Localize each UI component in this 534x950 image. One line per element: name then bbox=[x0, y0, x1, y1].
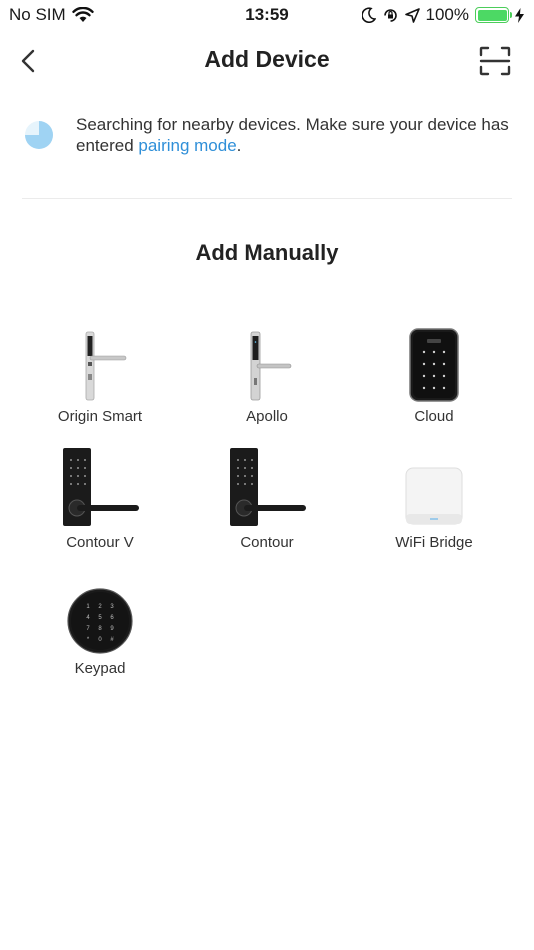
device-label: Contour bbox=[240, 534, 294, 551]
device-origin-smart[interactable]: Origin Smart bbox=[20, 326, 180, 425]
page-title: Add Device bbox=[204, 46, 330, 72]
device-label: WiFi Bridge bbox=[395, 534, 473, 551]
status-right: 100% bbox=[361, 5, 524, 25]
keypad-image: 123 456 789 * 0 # bbox=[20, 578, 180, 654]
battery-percent: 100% bbox=[425, 5, 469, 24]
device-label: Apollo bbox=[246, 408, 288, 425]
divider bbox=[22, 198, 512, 199]
pairing-mode-link[interactable]: pairing mode bbox=[138, 136, 236, 155]
charging-bolt-icon bbox=[515, 7, 524, 23]
scan-icon bbox=[479, 46, 511, 76]
device-label: Keypad bbox=[74, 660, 126, 677]
device-keypad[interactable]: 123 456 789 * 0 # Keypad bbox=[20, 578, 180, 677]
device-wifi-bridge[interactable]: WiFi Bridge bbox=[354, 452, 514, 551]
navigation-bar: Add Device bbox=[0, 38, 534, 84]
searching-message: Searching for nearby devices. Make sure … bbox=[76, 114, 514, 156]
add-manually-title: Add Manually bbox=[195, 240, 339, 265]
contour-v-lock-image bbox=[20, 448, 180, 528]
device-cloud[interactable]: Cloud bbox=[354, 326, 514, 425]
rotation-lock-icon bbox=[383, 8, 397, 22]
origin-smart-lock-image bbox=[20, 326, 180, 402]
cloud-keypad-image bbox=[354, 326, 514, 402]
location-arrow-icon bbox=[404, 7, 420, 23]
searching-spinner-icon bbox=[25, 121, 53, 149]
scan-button[interactable] bbox=[478, 45, 512, 77]
device-label: Contour V bbox=[66, 534, 134, 551]
device-apollo[interactable]: Apollo bbox=[187, 326, 347, 425]
status-bar: No SIM 13:59 100% bbox=[0, 0, 534, 30]
device-contour[interactable]: Contour bbox=[187, 448, 347, 551]
device-label: Cloud bbox=[414, 408, 454, 425]
searching-status: Searching for nearby devices. Make sure … bbox=[24, 114, 514, 156]
device-contour-v[interactable]: Contour V bbox=[20, 448, 180, 551]
searching-text-end: . bbox=[236, 136, 242, 155]
contour-lock-image bbox=[187, 448, 347, 528]
wifi-bridge-image bbox=[354, 452, 514, 528]
battery-icon bbox=[475, 7, 512, 23]
moon-icon bbox=[361, 7, 376, 23]
device-label: Origin Smart bbox=[57, 408, 143, 425]
apollo-lock-image bbox=[187, 326, 347, 402]
